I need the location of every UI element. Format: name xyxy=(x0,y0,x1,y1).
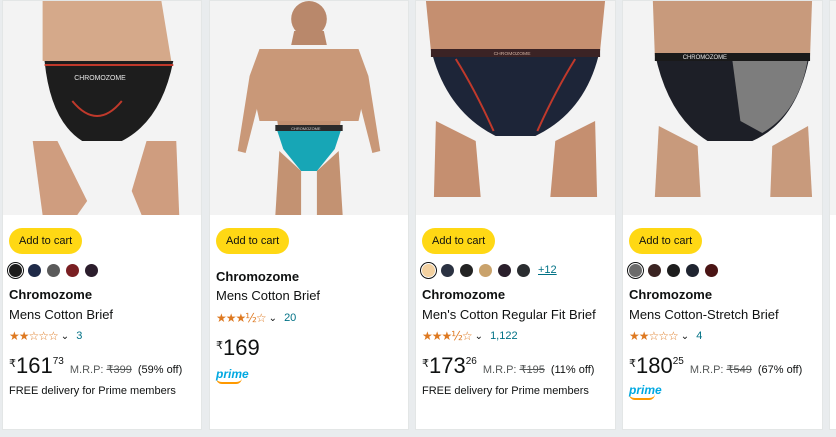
color-swatch[interactable] xyxy=(9,263,22,277)
chevron-down-icon[interactable]: ⌄ xyxy=(61,331,69,342)
add-to-cart-button[interactable]: Add to cart xyxy=(422,228,496,254)
color-swatches: +12 xyxy=(422,262,557,278)
chevron-down-icon[interactable]: ⌄ xyxy=(475,331,483,342)
mrp-value: ₹195 xyxy=(519,364,545,376)
color-swatches xyxy=(629,262,718,278)
color-swatch[interactable] xyxy=(66,263,79,277)
product-image[interactable]: CHROMOZOME xyxy=(3,1,201,215)
rating-count-link[interactable]: 4 xyxy=(696,330,702,342)
color-swatches xyxy=(9,262,98,278)
color-swatch[interactable] xyxy=(479,263,492,277)
price-currency: ₹ xyxy=(216,340,223,352)
prime-logo-icon: prime xyxy=(629,383,662,397)
color-swatch[interactable] xyxy=(422,263,435,277)
product-brand[interactable]: Chromozome xyxy=(216,269,299,284)
rating-count-link[interactable]: 1,122 xyxy=(490,330,518,342)
product-card-partial[interactable] xyxy=(829,0,836,430)
product-title[interactable]: Mens Cotton-Stretch Brief xyxy=(629,307,779,322)
add-to-cart-button[interactable]: Add to cart xyxy=(9,228,83,254)
color-swatch[interactable] xyxy=(47,263,60,277)
price-currency: ₹ xyxy=(629,358,636,370)
prime-badge: prime xyxy=(216,367,249,384)
color-swatch[interactable] xyxy=(667,263,680,277)
star-rating-icon: ★★☆☆☆ xyxy=(9,329,59,343)
star-rating-icon: ★★★½☆ xyxy=(422,329,473,343)
color-swatch[interactable] xyxy=(498,263,511,277)
rating[interactable]: ★★☆☆☆ ⌄ 4 xyxy=(629,329,702,343)
price-fraction: 73 xyxy=(52,356,64,367)
svg-text:CHROMOZOME: CHROMOZOME xyxy=(494,51,532,57)
product-image[interactable]: CHROMOZOME xyxy=(210,1,408,215)
color-swatch[interactable] xyxy=(460,263,473,277)
more-colors-link[interactable]: +12 xyxy=(538,264,557,276)
product-image[interactable]: CHROMOZOME xyxy=(416,1,615,215)
price-row: ₹ 161 73 M.R.P: ₹399 (59% off) xyxy=(9,355,182,377)
product-title[interactable]: Men's Cotton Regular Fit Brief xyxy=(422,307,596,322)
price-whole: 161 xyxy=(16,353,53,378)
product-card[interactable]: CHROMOZOME Add to cart Chromozome Mens C… xyxy=(2,0,202,430)
color-swatch[interactable] xyxy=(28,263,41,277)
product-image[interactable] xyxy=(830,1,836,215)
chevron-down-icon[interactable]: ⌄ xyxy=(681,331,689,342)
color-swatch[interactable] xyxy=(629,263,642,277)
color-swatch[interactable] xyxy=(705,263,718,277)
prime-badge: prime xyxy=(629,383,662,400)
color-swatch[interactable] xyxy=(517,263,530,277)
discount-text: (11% off) xyxy=(550,364,595,376)
svg-text:CHROMOZOME: CHROMOZOME xyxy=(74,75,126,82)
svg-text:CHROMOZOME: CHROMOZOME xyxy=(683,55,727,61)
star-rating-icon: ★★☆☆☆ xyxy=(629,329,679,343)
rating[interactable]: ★★★½☆ ⌄ 1,122 xyxy=(422,329,518,343)
star-rating-icon: ★★★½☆ xyxy=(216,311,267,325)
mrp-label: M.R.P: xyxy=(689,364,724,376)
price-whole: 173 xyxy=(429,353,466,378)
rating-count-link[interactable]: 3 xyxy=(76,330,82,342)
color-swatch[interactable] xyxy=(441,263,454,277)
product-image[interactable]: CHROMOZOME xyxy=(623,1,822,215)
mrp-value: ₹399 xyxy=(106,364,132,376)
price-row: ₹ 180 25 M.R.P: ₹549 (67% off) xyxy=(629,355,802,377)
price-currency: ₹ xyxy=(9,358,16,370)
color-swatch[interactable] xyxy=(686,263,699,277)
delivery-text: FREE delivery for Prime members xyxy=(422,385,589,397)
prime-logo-icon: prime xyxy=(216,367,249,381)
mrp-value: ₹549 xyxy=(726,364,752,376)
price-whole: 180 xyxy=(636,353,673,378)
mrp-label: M.R.P: xyxy=(69,364,104,376)
add-to-cart-button[interactable]: Add to cart xyxy=(629,228,703,254)
product-card[interactable]: CHROMOZOME Add to cart Chromozome Mens C… xyxy=(622,0,823,430)
mrp-label: M.R.P: xyxy=(482,364,517,376)
product-card[interactable]: CHROMOZOME Add to cart +12 Chromozome Me… xyxy=(415,0,616,430)
product-brand[interactable]: Chromozome xyxy=(629,287,712,302)
price-currency: ₹ xyxy=(422,358,429,370)
price-whole: 169 xyxy=(223,335,260,360)
rating[interactable]: ★★☆☆☆ ⌄ 3 xyxy=(9,329,82,343)
product-card[interactable]: CHROMOZOME Add to cart Chromozome Mens C… xyxy=(209,0,409,430)
product-brand[interactable]: Chromozome xyxy=(9,287,92,302)
discount-text: (59% off) xyxy=(137,364,183,376)
price-fraction: 25 xyxy=(672,356,684,367)
product-title[interactable]: Mens Cotton Brief xyxy=(216,288,320,303)
svg-text:CHROMOZOME: CHROMOZOME xyxy=(291,126,321,131)
color-swatch[interactable] xyxy=(648,263,661,277)
rating-count-link[interactable]: 20 xyxy=(284,312,296,324)
price-fraction: 26 xyxy=(465,356,477,367)
price-row: ₹ 169 xyxy=(216,337,260,359)
rating[interactable]: ★★★½☆ ⌄ 20 xyxy=(216,311,296,325)
product-title[interactable]: Mens Cotton Brief xyxy=(9,307,113,322)
product-brand[interactable]: Chromozome xyxy=(422,287,505,302)
price-row: ₹ 173 26 M.R.P: ₹195 (11% off) xyxy=(422,355,594,377)
add-to-cart-button[interactable]: Add to cart xyxy=(216,228,290,254)
discount-text: (67% off) xyxy=(757,364,803,376)
delivery-text: FREE delivery for Prime members xyxy=(9,385,176,397)
chevron-down-icon[interactable]: ⌄ xyxy=(269,313,277,324)
color-swatch[interactable] xyxy=(85,263,98,277)
